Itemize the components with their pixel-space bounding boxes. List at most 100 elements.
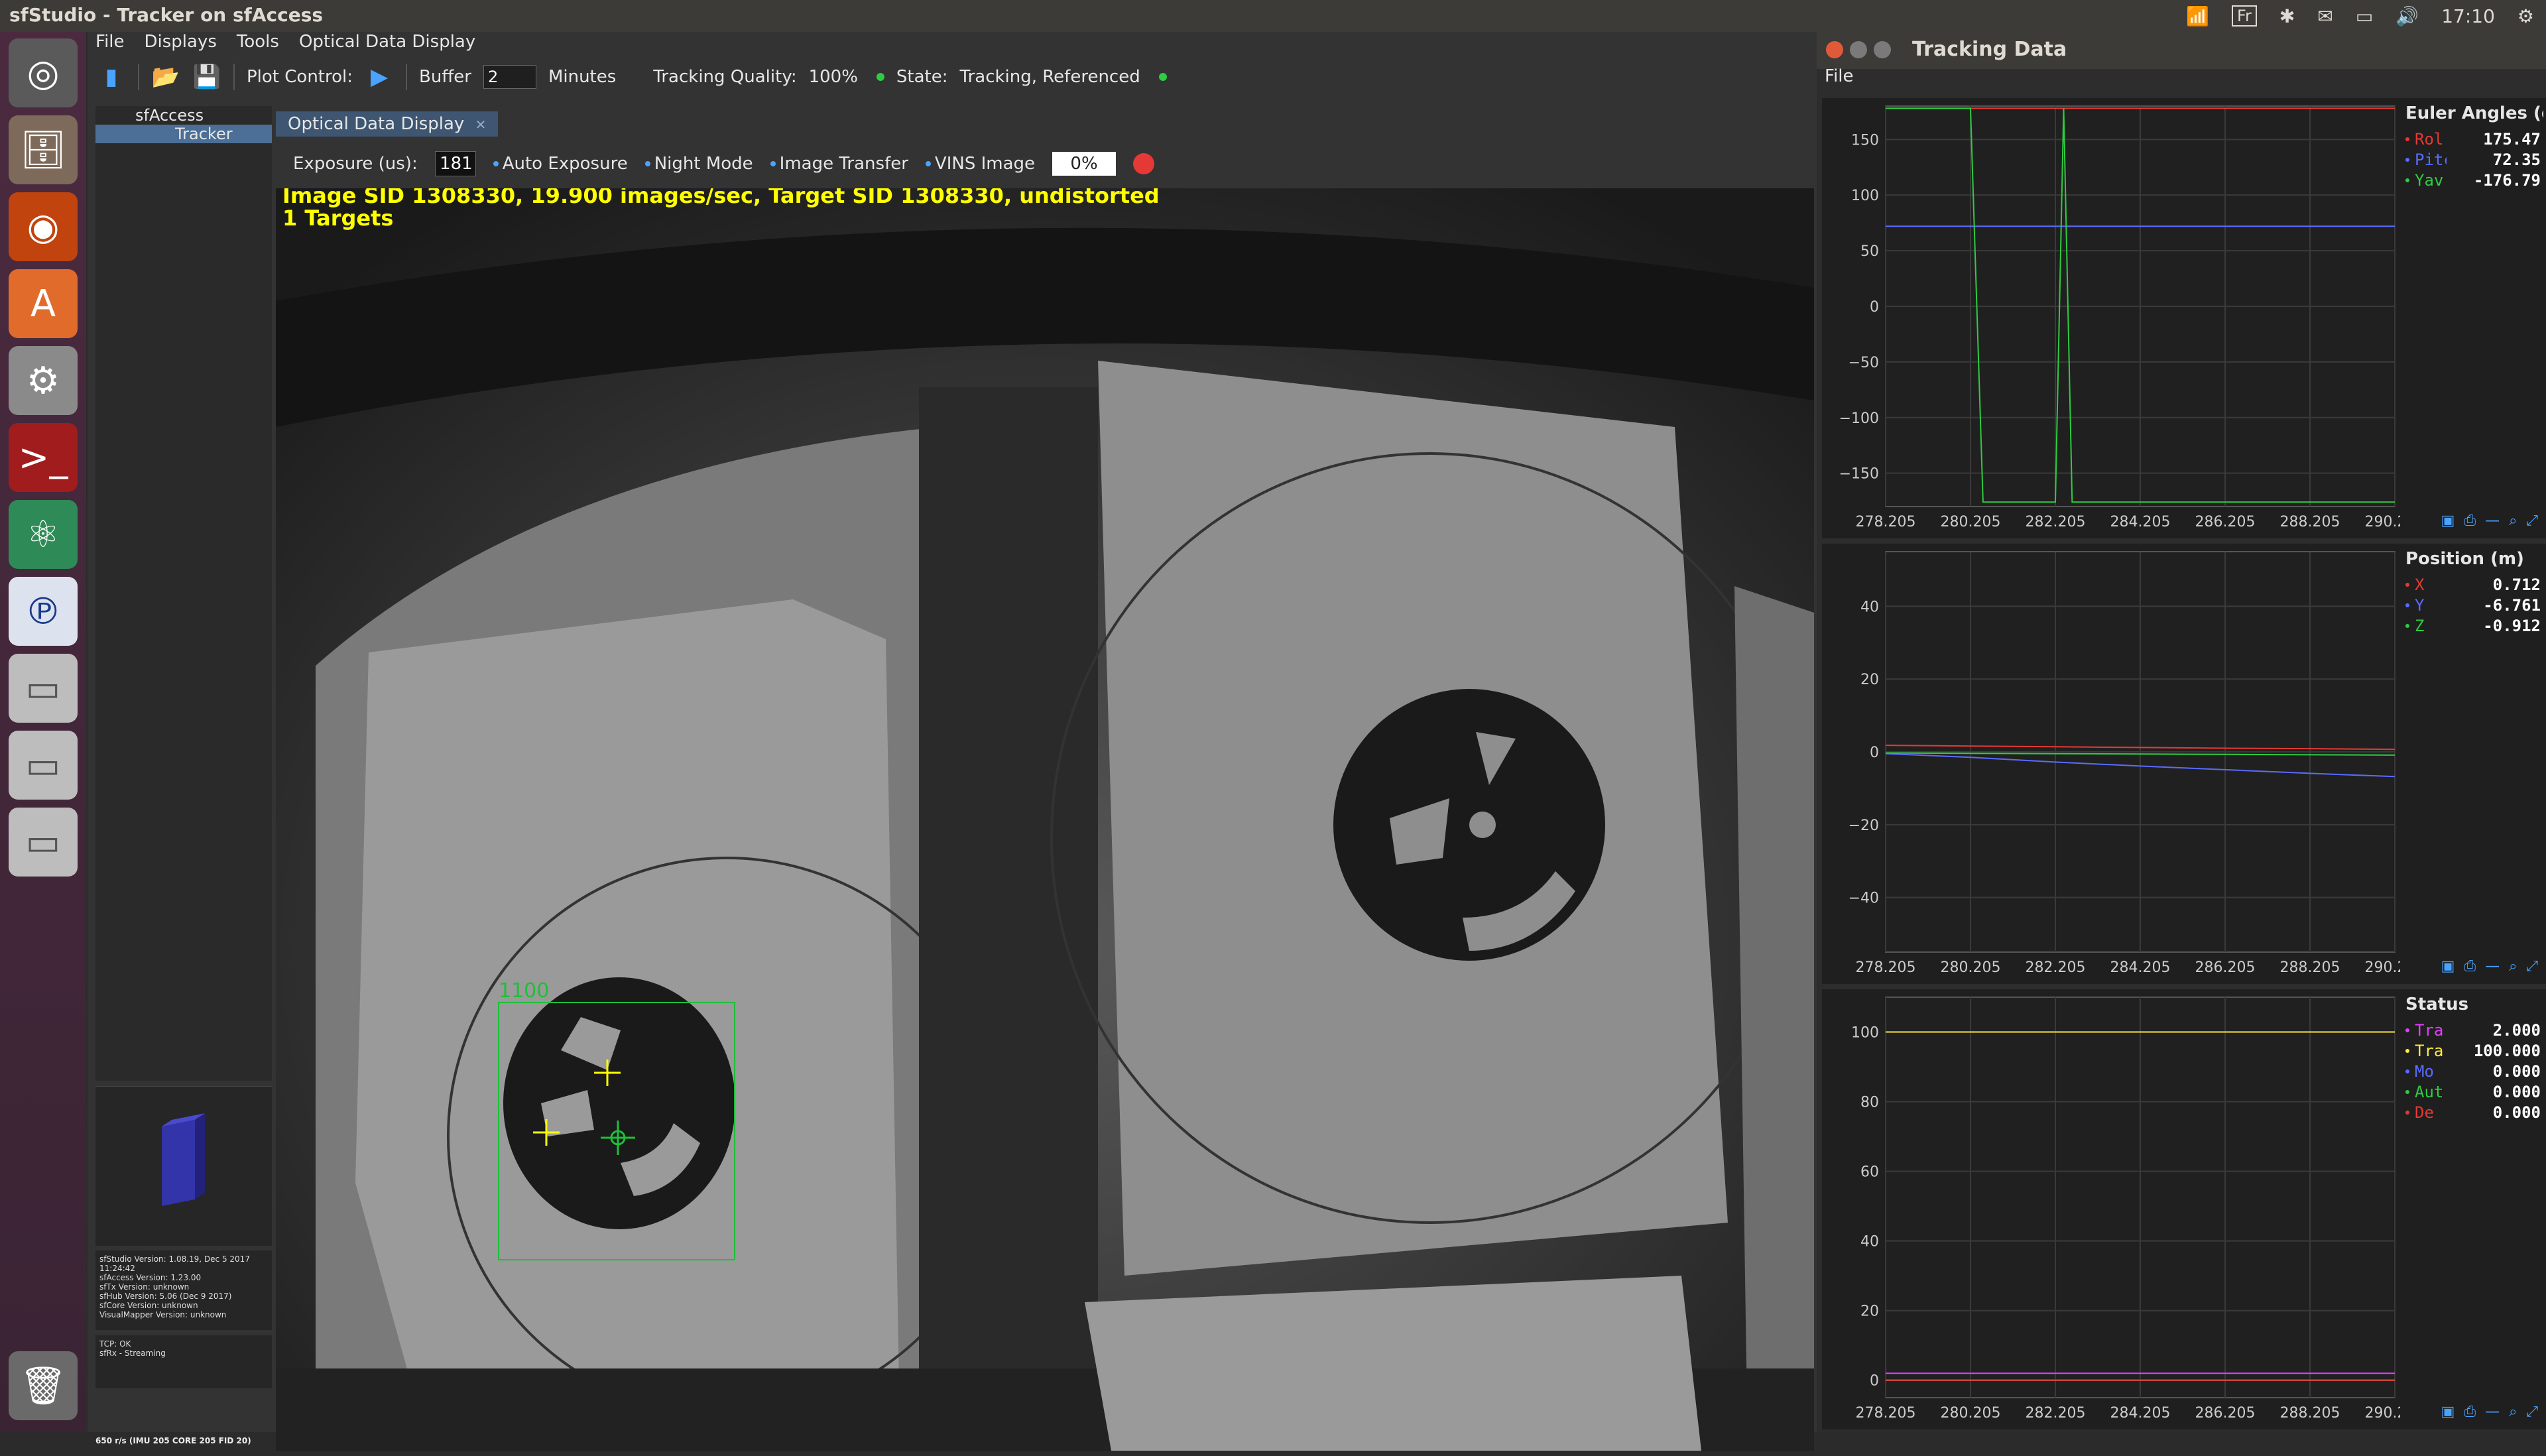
menu-file[interactable]: File xyxy=(95,32,125,56)
drive-icon[interactable]: ▭ xyxy=(9,731,78,800)
legend-series-value: 100.000 xyxy=(2473,1041,2541,1060)
atom-icon[interactable]: ⚛ xyxy=(9,500,78,569)
toolbar: ▮ 📂 💾 Plot Control: ▶ Buffer 2 Minutes T… xyxy=(88,58,1826,95)
tracking-file-menu[interactable]: File xyxy=(1825,66,1854,86)
trash-icon[interactable]: 🗑 xyxy=(9,1351,78,1420)
fit-icon[interactable]: ⤢ xyxy=(2526,958,2538,975)
print-icon[interactable]: ⎙ xyxy=(2464,513,2476,529)
keyboard-layout-indicator[interactable]: Fr xyxy=(2231,5,2257,27)
night-mode-radio[interactable]: Night Mode xyxy=(644,154,753,174)
ubuntu-icon[interactable]: ◎ xyxy=(9,38,78,107)
zoom-icon[interactable]: ⌕ xyxy=(2509,958,2517,975)
maximize-window-icon[interactable] xyxy=(1874,41,1891,58)
record-button[interactable] xyxy=(1133,153,1155,174)
radio-icon xyxy=(644,161,650,166)
menu-tools[interactable]: Tools xyxy=(237,32,279,56)
open-folder-icon[interactable]: 📂 xyxy=(151,62,180,91)
software-center-icon[interactable]: A xyxy=(9,269,78,338)
legend-bullet xyxy=(2405,1028,2409,1032)
y-tick-label: 0 xyxy=(1870,299,1879,316)
save-icon[interactable]: ▣ xyxy=(2441,958,2455,975)
print-icon[interactable]: ⎙ xyxy=(2464,1404,2476,1420)
auto-exposure-radio[interactable]: Auto Exposure xyxy=(493,154,628,174)
battery-icon[interactable]: ▭ xyxy=(2356,5,2373,27)
connect-icon[interactable]: ▮ xyxy=(97,62,126,91)
firefox-icon[interactable]: ◉ xyxy=(9,192,78,261)
x-tick-label: 286.205 xyxy=(2195,514,2256,530)
minus-icon[interactable]: — xyxy=(2485,513,2500,529)
menu-displays[interactable]: Displays xyxy=(145,32,217,56)
exposure-input[interactable]: 181 xyxy=(434,151,476,176)
device-preview xyxy=(95,1086,272,1246)
save-icon[interactable]: 💾 xyxy=(192,62,221,91)
radio-icon xyxy=(493,161,499,166)
close-icon[interactable]: ✕ xyxy=(475,117,487,133)
chart-plot-area[interactable]: 278.205 280.205 282.205 284.205 286.205 288.2… xyxy=(1822,98,2400,538)
legend-series-name: Mo xyxy=(2415,1062,2434,1081)
auto-exposure-label: Auto Exposure xyxy=(502,154,628,174)
print-icon[interactable]: ⎙ xyxy=(2464,958,2476,975)
device-tree: sfAccess Tracker xyxy=(95,106,272,1081)
chart-plot-area[interactable]: 278.205 280.205 282.205 284.205 286.205 288.2… xyxy=(1822,989,2400,1429)
legend-bullet xyxy=(2405,582,2409,587)
terminal-icon[interactable]: >_ xyxy=(9,423,78,492)
legend-entry[interactable]: Z -0.912 xyxy=(2397,615,2543,636)
chart-plot-area[interactable]: 278.205 280.205 282.205 284.205 286.205 288.2… xyxy=(1822,544,2400,984)
legend-entry[interactable]: De 0.000 xyxy=(2397,1102,2543,1122)
legend-entry[interactable]: Tra 100.000 xyxy=(2397,1040,2543,1061)
save-icon[interactable]: ▣ xyxy=(2441,513,2455,529)
legend-entry[interactable]: Pitc 72.35 xyxy=(2397,149,2543,170)
camera-image[interactable]: 1100 Image SID 1308330, 19.900 images/se… xyxy=(276,188,1814,1451)
drive-icon[interactable]: ▭ xyxy=(9,808,78,877)
x-tick-label: 286.205 xyxy=(2195,1405,2256,1422)
tree-item-tracker[interactable]: Tracker xyxy=(95,125,272,143)
wifi-icon[interactable]: 📶 xyxy=(2186,5,2209,27)
legend-entry[interactable]: Tra 2.000 xyxy=(2397,1020,2543,1040)
fit-icon[interactable]: ⤢ xyxy=(2526,1404,2538,1420)
sfstudio-icon[interactable]: ℗ xyxy=(9,577,78,646)
zoom-icon[interactable]: ⌕ xyxy=(2509,1404,2517,1420)
minimize-window-icon[interactable] xyxy=(1850,41,1867,58)
close-window-icon[interactable] xyxy=(1826,41,1843,58)
gear-icon[interactable]: ⚙ xyxy=(2517,5,2534,27)
minutes-label: Minutes xyxy=(548,67,617,87)
target-count-line: 1 Targets xyxy=(282,206,394,231)
legend-entry[interactable]: Mo 0.000 xyxy=(2397,1061,2543,1081)
vins-image-radio[interactable]: VINS Image xyxy=(925,154,1035,174)
tracking-titlebar: Tracking Data xyxy=(1817,32,2546,69)
clock[interactable]: 17:10 xyxy=(2441,5,2495,27)
play-icon[interactable]: ▶ xyxy=(365,62,394,91)
legend-series-name: De xyxy=(2415,1103,2434,1122)
drive-icon[interactable]: ▭ xyxy=(9,654,78,723)
volume-icon[interactable]: 🔊 xyxy=(2395,5,2419,27)
image-transfer-radio[interactable]: Image Transfer xyxy=(770,154,908,174)
menu-optical-data-display[interactable]: Optical Data Display xyxy=(299,32,475,56)
legend-series-name: X xyxy=(2415,575,2425,594)
legend-entry[interactable]: Y -6.761 xyxy=(2397,595,2543,615)
x-tick-label: 282.205 xyxy=(2026,1405,2086,1422)
tree-item-sfaccess[interactable]: sfAccess xyxy=(95,106,272,125)
night-mode-label: Night Mode xyxy=(654,154,753,174)
legend-series-value: -176.79 xyxy=(2473,170,2541,190)
legend-entry[interactable]: X 0.712 xyxy=(2397,574,2543,595)
chart-tools: ▣ ⎙ — ⌕ ⤢ xyxy=(2441,1404,2538,1420)
tab-optical-data-display[interactable]: Optical Data Display ✕ xyxy=(276,111,499,137)
chart-title: Status xyxy=(2405,995,2469,1014)
settings-icon[interactable]: ⚙ xyxy=(9,346,78,415)
zoom-icon[interactable]: ⌕ xyxy=(2509,513,2517,529)
y-tick-label: 0 xyxy=(1870,745,1879,761)
buffer-spinbox[interactable]: 2 xyxy=(483,65,536,89)
bluetooth-icon[interactable]: ✱ xyxy=(2279,5,2295,27)
legend-entry[interactable]: Yav -176.79 xyxy=(2397,170,2543,190)
legend-entry[interactable]: Rol 175.47 xyxy=(2397,129,2543,149)
save-icon[interactable]: ▣ xyxy=(2441,1404,2455,1420)
legend-bullet xyxy=(2405,1089,2409,1094)
mail-icon[interactable]: ✉ xyxy=(2317,5,2333,27)
chart-legend: Position (m) X 0.712 Y -6.761 Z -0.912 xyxy=(2397,544,2543,636)
files-icon[interactable]: 🗄 xyxy=(9,115,78,184)
minus-icon[interactable]: — xyxy=(2485,958,2500,975)
legend-entry[interactable]: Aut 0.000 xyxy=(2397,1081,2543,1102)
fit-icon[interactable]: ⤢ xyxy=(2526,513,2538,529)
legend-series-name: Aut xyxy=(2415,1082,2444,1101)
minus-icon[interactable]: — xyxy=(2485,1404,2500,1420)
